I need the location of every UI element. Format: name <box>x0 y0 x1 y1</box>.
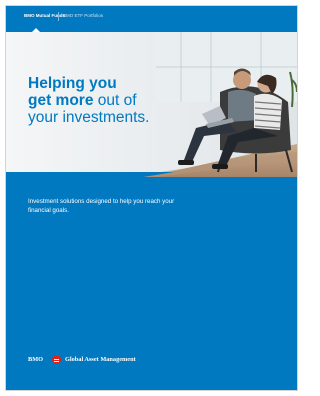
tab-divider <box>58 12 59 21</box>
headline-line-1: Helping you <box>28 75 117 92</box>
hero-photo: Helping you get more out of your investm… <box>6 32 297 177</box>
tagline: Investment solutions designed to help yo… <box>28 198 175 214</box>
brand-division-name: Global Asset Management <box>65 356 136 363</box>
brand-bmo-wordmark: BMO <box>28 356 44 363</box>
tab-bmo-etf-portfolios[interactable]: BMO ETF Portfolios <box>63 13 103 18</box>
bmo-roundel-icon <box>52 355 61 364</box>
headline-emphasis: get more <box>28 92 94 109</box>
headline: Helping you get more out of your investm… <box>28 75 149 126</box>
top-navigation: BMO Mutual Funds BMO ETF Portfolios <box>6 6 297 32</box>
headline-line-2: out of <box>93 92 137 109</box>
brochure-cover: BMO Mutual Funds BMO ETF Portfolios Help… <box>6 6 297 390</box>
headline-line-3: your investments. <box>28 109 150 126</box>
